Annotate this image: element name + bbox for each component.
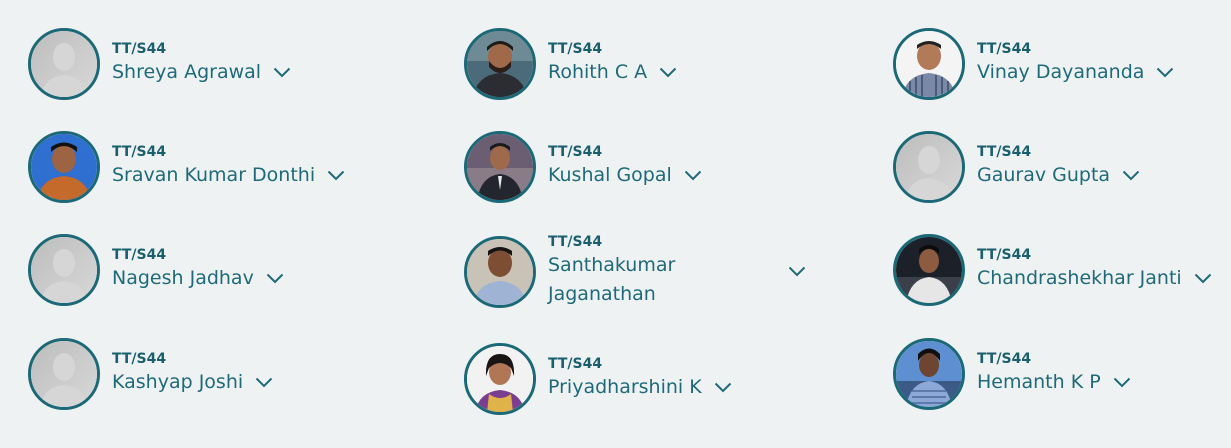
person-code: TT/S44 [977, 247, 1032, 263]
person-card[interactable]: TT/S44 Nagesh Jadhav [28, 234, 284, 306]
person-card[interactable]: TT/S44 Kushal Gopal [464, 131, 702, 203]
chevron-down-icon[interactable] [1156, 67, 1174, 78]
person-card[interactable]: TT/S44 Priyadharshini K [464, 343, 732, 415]
profile-photo [467, 134, 533, 200]
avatar [464, 343, 536, 415]
profile-photo [467, 31, 533, 97]
person-name: Chandrashekhar Janti [977, 267, 1182, 289]
person-code: TT/S44 [548, 234, 603, 250]
chevron-down-icon[interactable] [684, 170, 702, 181]
people-grid: TT/S44 Shreya Agrawal TT/S44 Rohith C A [0, 0, 1231, 448]
avatar [893, 131, 965, 203]
person-silhouette-icon [896, 134, 962, 200]
chevron-down-icon[interactable] [788, 266, 806, 277]
person-silhouette-icon [31, 341, 97, 407]
profile-photo [896, 341, 962, 407]
person-card[interactable]: TT/S44 Hemanth K P [893, 338, 1131, 410]
person-code: TT/S44 [977, 351, 1032, 367]
avatar [28, 131, 100, 203]
profile-photo [467, 238, 533, 305]
person-name: Nagesh Jadhav [112, 267, 254, 289]
avatar [464, 235, 536, 308]
chevron-down-icon[interactable] [1194, 273, 1212, 284]
person-code: TT/S44 [112, 41, 167, 57]
person-code: TT/S44 [548, 41, 603, 57]
person-code: TT/S44 [977, 144, 1032, 160]
person-name: Shreya Agrawal [112, 61, 262, 83]
person-name: Hemanth K P [977, 371, 1101, 393]
person-silhouette-icon [31, 31, 97, 97]
chevron-down-icon[interactable] [266, 273, 284, 284]
person-name: Rohith C A [548, 61, 648, 83]
avatar [28, 338, 100, 410]
profile-photo [896, 31, 962, 97]
avatar [893, 234, 965, 306]
person-code: TT/S44 [977, 41, 1032, 57]
chevron-down-icon[interactable] [273, 67, 291, 78]
chevron-down-icon[interactable] [659, 67, 677, 78]
person-card[interactable]: TT/S44 Kashyap Joshi [28, 338, 273, 410]
profile-photo [896, 237, 962, 303]
person-code: TT/S44 [548, 356, 603, 372]
person-card[interactable]: TT/S44 Gaurav Gupta [893, 131, 1140, 203]
avatar [28, 28, 100, 100]
person-card[interactable]: TT/S44 Chandrashekhar Janti [893, 234, 1212, 306]
chevron-down-icon[interactable] [1113, 377, 1131, 388]
person-code: TT/S44 [112, 144, 167, 160]
person-name: Kashyap Joshi [112, 371, 244, 393]
avatar [893, 338, 965, 410]
avatar [464, 131, 536, 203]
person-name: Sravan Kumar Donthi [112, 164, 316, 186]
avatar [464, 28, 536, 100]
person-name: Gaurav Gupta [977, 164, 1111, 186]
avatar [893, 28, 965, 100]
person-silhouette-icon [31, 237, 97, 303]
person-card[interactable]: TT/S44 Santhakumar Jaganathan [464, 234, 806, 309]
person-code: TT/S44 [112, 247, 167, 263]
chevron-down-icon[interactable] [327, 170, 345, 181]
person-name: Santhakumar Jaganathan [548, 254, 676, 305]
chevron-down-icon[interactable] [255, 377, 273, 388]
chevron-down-icon[interactable] [1122, 170, 1140, 181]
person-code: TT/S44 [548, 144, 603, 160]
profile-photo [467, 346, 533, 412]
person-name: Vinay Dayananda [977, 61, 1145, 83]
person-code: TT/S44 [112, 351, 167, 367]
person-name: Priyadharshini K [548, 376, 702, 398]
chevron-down-icon[interactable] [714, 382, 732, 393]
person-name: Kushal Gopal [548, 164, 672, 186]
person-card[interactable]: TT/S44 Sravan Kumar Donthi [28, 131, 345, 203]
person-card[interactable]: TT/S44 Rohith C A [464, 28, 677, 100]
person-card[interactable]: TT/S44 Shreya Agrawal [28, 28, 291, 100]
avatar [28, 234, 100, 306]
person-card[interactable]: TT/S44 Vinay Dayananda [893, 28, 1174, 100]
profile-photo [31, 134, 97, 200]
